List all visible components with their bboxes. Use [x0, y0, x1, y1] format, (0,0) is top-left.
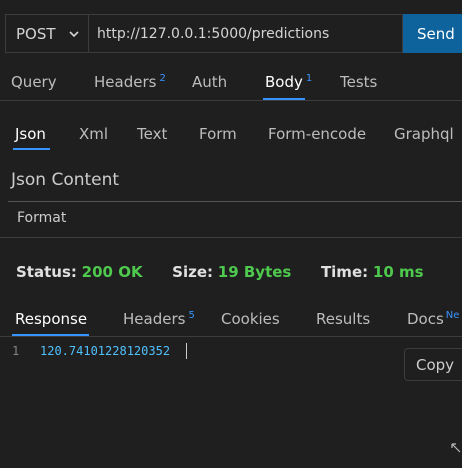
time-value: 10 ms — [372, 263, 424, 281]
divider — [0, 237, 462, 238]
new-badge: Ne — [445, 310, 460, 321]
line-number: 1 — [12, 344, 20, 358]
active-subtab-indicator — [13, 148, 50, 150]
tab-response-headers[interactable]: Headers 5 — [123, 310, 195, 328]
tab-tests[interactable]: Tests — [340, 73, 377, 91]
method-value: POST — [16, 24, 56, 43]
text-cursor — [186, 343, 187, 359]
copy-button[interactable]: Copy — [404, 348, 462, 381]
tab-form-encode[interactable]: Form-encode — [268, 125, 366, 143]
chevron-down-icon — [69, 30, 79, 37]
response-headers-count-badge: 5 — [188, 310, 195, 321]
method-select[interactable]: POST — [5, 14, 89, 53]
status-label: Status: — [16, 263, 77, 281]
divider — [0, 336, 462, 337]
json-editor[interactable]: Format — [8, 201, 462, 225]
size-value: 19 Bytes — [217, 263, 292, 281]
send-button[interactable]: Send — [403, 14, 462, 53]
resize-handle-icon[interactable] — [450, 442, 462, 454]
tab-cookies[interactable]: Cookies — [221, 310, 280, 328]
tab-headers[interactable]: Headers 2 — [94, 73, 166, 91]
tab-text[interactable]: Text — [137, 125, 167, 143]
headers-count-badge: 2 — [159, 73, 166, 84]
tab-graphql[interactable]: Graphql — [394, 125, 454, 143]
tab-xml[interactable]: Xml — [79, 125, 108, 143]
tab-body[interactable]: Body 1 — [265, 73, 312, 91]
format-button[interactable]: Format — [17, 210, 66, 225]
tab-auth[interactable]: Auth — [192, 73, 227, 91]
url-value: http://127.0.0.1:5000/predictions — [97, 25, 330, 42]
size-label: Size: — [172, 263, 213, 281]
tab-form[interactable]: Form — [199, 125, 237, 143]
tab-docs[interactable]: Docs Ne — [407, 310, 459, 328]
tab-query[interactable]: Query — [11, 73, 57, 91]
url-input[interactable]: http://127.0.0.1:5000/predictions — [89, 14, 403, 53]
tab-json[interactable]: Json — [15, 125, 46, 143]
tab-body-label: Body — [265, 73, 303, 91]
response-body[interactable]: 120.74101228120352 — [40, 344, 170, 358]
tab-headers-label: Headers — [94, 73, 157, 91]
tab-response-headers-label: Headers — [123, 310, 186, 328]
json-content-title: Json Content — [11, 170, 120, 190]
tab-response[interactable]: Response — [15, 310, 87, 328]
tab-docs-label: Docs — [407, 310, 444, 328]
response-status-bar: Status: 200 OK Size: 19 Bytes Time: 10 m… — [16, 263, 424, 281]
body-count-badge: 1 — [305, 73, 313, 84]
tab-results[interactable]: Results — [316, 310, 370, 328]
status-value: 200 OK — [81, 263, 143, 281]
time-label: Time: — [320, 263, 369, 281]
divider — [0, 100, 462, 101]
